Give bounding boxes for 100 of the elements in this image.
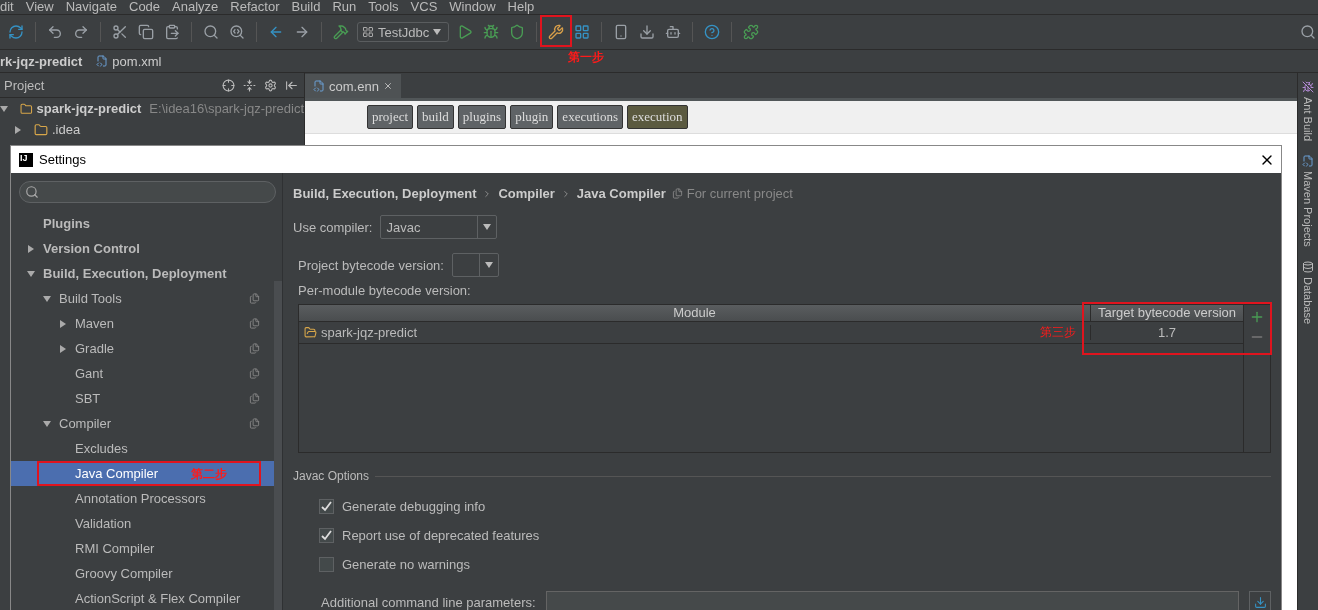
- run-config-dropdown[interactable]: TestJdbc: [357, 22, 449, 42]
- settings-tree-item[interactable]: Build, Execution, Deployment: [11, 261, 274, 286]
- settings-tree-item[interactable]: Groovy Compiler: [11, 561, 274, 586]
- navigation-crumb[interactable]: pom.xml: [96, 53, 162, 69]
- input-field[interactable]: [545, 591, 1239, 610]
- settings-tree-item[interactable]: ActionScript & Flex Compiler: [11, 586, 274, 610]
- xml-breadcrumb[interactable]: project: [367, 105, 414, 129]
- menu-item[interactable]: Help: [507, 0, 535, 14]
- compiler-dropdown[interactable]: Javac: [380, 215, 498, 239]
- expanded-arrow-icon[interactable]: [43, 419, 51, 428]
- menu-item[interactable]: Refactor: [230, 0, 280, 14]
- menu-item[interactable]: Window: [449, 0, 496, 14]
- project-tree-item[interactable]: spark-jqz-predict E:\idea16\spark-jqz-predict: [0, 98, 304, 119]
- copy-icon[interactable]: [136, 22, 156, 42]
- field-label: Per-module bytecode version:: [298, 283, 471, 298]
- menu-item[interactable]: VCS: [410, 0, 438, 14]
- menu-item[interactable]: Build: [291, 0, 321, 14]
- expanded-arrow-icon[interactable]: [27, 269, 35, 278]
- caret-icon: [483, 224, 492, 230]
- xml-breadcrumb[interactable]: plugins: [457, 105, 507, 129]
- tool-window-button[interactable]: Database: [1302, 260, 1314, 324]
- xml-breadcrumb[interactable]: executions: [557, 105, 623, 129]
- settings-tree-item[interactable]: Gradle: [11, 336, 274, 361]
- close-icon[interactable]: [382, 81, 393, 91]
- menu-item[interactable]: dit: [0, 0, 14, 14]
- project-level-icon: [671, 188, 683, 199]
- checkbox[interactable]: [319, 528, 334, 543]
- menu-item[interactable]: Navigate: [65, 0, 117, 14]
- add-icon[interactable]: [1249, 309, 1265, 325]
- step-annotation: 第一步: [568, 49, 604, 66]
- collapsed-arrow-icon[interactable]: [27, 244, 35, 253]
- settings-tree-item[interactable]: Plugins: [11, 211, 274, 236]
- checkbox-label: Report use of deprecated features: [342, 528, 540, 543]
- settings-tree-item[interactable]: Maven: [11, 311, 274, 336]
- table-cell[interactable]: 1.7: [1090, 325, 1243, 340]
- xml-breadcrumb[interactable]: execution: [626, 105, 688, 129]
- wrench-icon[interactable]: [546, 22, 566, 42]
- grid-icon[interactable]: [572, 22, 592, 42]
- menu-item[interactable]: Code: [129, 0, 161, 14]
- menu-item[interactable]: Analyze: [172, 0, 219, 14]
- checkbox[interactable]: [319, 499, 334, 514]
- settings-icon[interactable]: [264, 78, 277, 92]
- expand-button[interactable]: [1249, 591, 1271, 610]
- checkbox-label: Generate debugging info: [342, 499, 486, 514]
- field-label: Additional command line parameters:: [321, 594, 536, 610]
- menu-item[interactable]: Run: [332, 0, 357, 14]
- caret-icon: [433, 29, 442, 35]
- menu-item[interactable]: View: [25, 0, 54, 14]
- scope-note: For current project: [686, 186, 793, 201]
- collapse-icon[interactable]: [243, 78, 256, 92]
- settings-tree-item[interactable]: Excludes: [11, 436, 274, 461]
- puzzle-icon[interactable]: [741, 22, 761, 42]
- breadcrumb-item: Build, Execution, Deployment: [293, 186, 477, 201]
- settings-tree-item[interactable]: RMI Compiler: [11, 536, 274, 561]
- config-icon: [362, 26, 374, 38]
- expanded-arrow-icon[interactable]: [0, 104, 8, 113]
- tool-window-button[interactable]: Maven Projects: [1302, 155, 1314, 247]
- collapsed-arrow-icon[interactable]: [14, 125, 22, 134]
- step-annotation: 第三步: [1040, 324, 1076, 341]
- module-name: spark-jqz-predict: [321, 325, 418, 340]
- field-label: Use compiler:: [293, 219, 373, 235]
- group-title: Javac Options: [293, 469, 370, 483]
- settings-tree-item[interactable]: Validation: [11, 511, 274, 536]
- module-folder-icon: [304, 326, 317, 339]
- download-icon[interactable]: [637, 22, 657, 42]
- settings-tree-item[interactable]: Compiler: [11, 411, 274, 436]
- navigation-crumb[interactable]: rk-jqz-predict: [0, 53, 83, 69]
- search-field[interactable]: [19, 181, 276, 203]
- database-icon: [1302, 260, 1314, 273]
- panel-title[interactable]: Project: [4, 77, 214, 93]
- folder-icon: [34, 122, 48, 137]
- project-name: .idea: [52, 122, 81, 137]
- app-logo: IJ: [19, 152, 33, 167]
- xml-breadcrumb[interactable]: build: [417, 105, 454, 129]
- bytecode-dropdown[interactable]: [451, 253, 499, 277]
- highlight-frame: [540, 15, 572, 47]
- help-icon[interactable]: [702, 22, 722, 42]
- checkbox-label: Generate no warnings: [342, 557, 470, 572]
- project-tree-item[interactable]: .idea: [0, 119, 304, 140]
- settings-tree-item[interactable]: SBT: [11, 386, 274, 411]
- settings-tree-item[interactable]: Annotation Processors: [11, 486, 274, 511]
- project-path: E:\idea16\spark-jqz-predict: [149, 101, 304, 116]
- xml-breadcrumb[interactable]: plugin: [510, 105, 554, 129]
- sync-icon[interactable]: [6, 22, 26, 42]
- field-label: Project bytecode version:: [298, 257, 444, 273]
- checkbox[interactable]: [319, 557, 334, 572]
- expanded-arrow-icon[interactable]: [43, 294, 51, 303]
- collapsed-arrow-icon[interactable]: [59, 319, 67, 328]
- folder-icon: [20, 101, 33, 116]
- settings-tree-item[interactable]: Gant: [11, 361, 274, 386]
- collapsed-arrow-icon[interactable]: [59, 344, 67, 353]
- editor-tab[interactable]: com.enn: [305, 74, 401, 98]
- tool-window-button[interactable]: Ant Build: [1302, 81, 1314, 142]
- menu-item[interactable]: Tools: [368, 0, 399, 14]
- caret-icon: [484, 262, 493, 268]
- window-title: Settings: [39, 152, 87, 167]
- settings-tree-item[interactable]: Build Tools: [11, 286, 274, 311]
- locate-icon[interactable]: [222, 78, 235, 92]
- step-annotation: 第二步: [191, 466, 227, 483]
- settings-tree-item[interactable]: Version Control: [11, 236, 274, 261]
